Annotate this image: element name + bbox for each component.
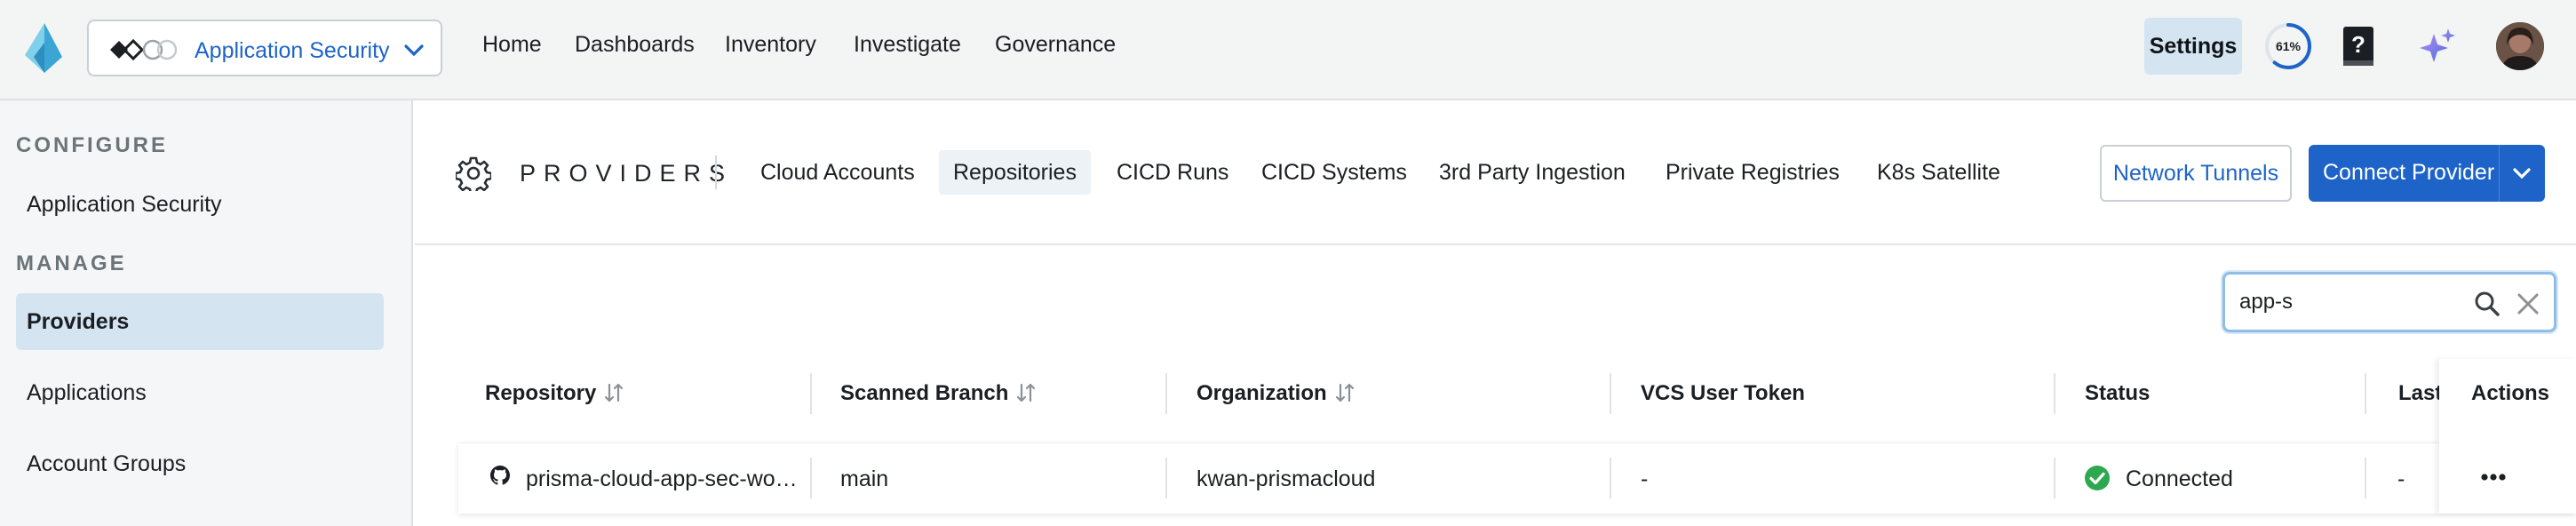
sidebar-item-account-groups[interactable]: Account Groups bbox=[16, 435, 384, 492]
connect-provider-label: Connect Provider bbox=[2323, 160, 2495, 185]
column-divider[interactable] bbox=[2054, 373, 2055, 414]
sidebar: CONFIGURE Application Security MANAGE Pr… bbox=[0, 100, 413, 526]
progress-percent: 61% bbox=[2275, 39, 2302, 53]
chevron-down-icon[interactable] bbox=[2511, 163, 2532, 184]
tab-cloud-accounts[interactable]: Cloud Accounts bbox=[746, 150, 929, 195]
column-header-status: Status bbox=[2085, 381, 2151, 405]
search-input[interactable] bbox=[2239, 287, 2461, 317]
cell-organization: kwan-prismacloud bbox=[1197, 466, 1376, 491]
column-divider[interactable] bbox=[1610, 373, 1611, 414]
button-divider bbox=[2499, 145, 2500, 202]
sort-icon[interactable] bbox=[1015, 382, 1037, 403]
tab-private-registries[interactable]: Private Registries bbox=[1651, 150, 1854, 195]
column-header-vcs-user-token: VCS User Token bbox=[1641, 381, 1805, 405]
ai-sparkle-icon[interactable] bbox=[2416, 25, 2459, 68]
network-tunnels-button[interactable]: Network Tunnels bbox=[2100, 145, 2292, 202]
tab-cicd-systems[interactable]: CICD Systems bbox=[1247, 150, 1421, 195]
nav-inventory[interactable]: Inventory bbox=[725, 32, 816, 58]
cell-vcs-user-token: - bbox=[1641, 466, 1649, 491]
sort-icon[interactable] bbox=[1334, 382, 1356, 403]
column-header-organization[interactable]: Organization bbox=[1197, 381, 1356, 406]
help-book-icon[interactable]: ? bbox=[2341, 25, 2377, 68]
settings-button[interactable]: Settings bbox=[2144, 18, 2242, 75]
column-header-scanned-branch[interactable]: Scanned Branch bbox=[840, 381, 1037, 406]
user-avatar[interactable] bbox=[2496, 22, 2544, 70]
cell-scanned-branch: main bbox=[840, 466, 889, 491]
app-switcher-label: Application Security bbox=[195, 38, 390, 63]
clear-icon[interactable] bbox=[2516, 291, 2540, 316]
search-icon[interactable] bbox=[2474, 291, 2500, 317]
sidebar-section-configure: CONFIGURE bbox=[16, 133, 168, 157]
user-photo-icon bbox=[2496, 22, 2544, 70]
sidebar-item-application-security[interactable]: Application Security bbox=[16, 176, 384, 233]
connect-provider-button[interactable]: Connect Provider bbox=[2309, 145, 2545, 202]
nav-investigate[interactable]: Investigate bbox=[854, 32, 961, 58]
column-divider[interactable] bbox=[1165, 373, 1167, 414]
column-label: Organization bbox=[1197, 381, 1327, 405]
cell-divider bbox=[1610, 458, 1611, 498]
more-options-icon[interactable] bbox=[2478, 467, 2508, 487]
onboarding-progress-ring[interactable]: 61% bbox=[2263, 21, 2313, 71]
tab-3rd-party-ingestion[interactable]: 3rd Party Ingestion bbox=[1425, 150, 1640, 195]
svg-text:?: ? bbox=[2351, 31, 2365, 58]
page-title: PROVIDERS bbox=[520, 160, 734, 187]
sidebar-item-applications[interactable]: Applications bbox=[16, 364, 384, 421]
chevron-down-icon bbox=[404, 44, 424, 57]
column-divider[interactable] bbox=[810, 373, 812, 414]
cell-status: Connected bbox=[2126, 466, 2233, 491]
column-header-actions: Actions bbox=[2471, 381, 2550, 405]
cell-divider bbox=[810, 458, 812, 498]
prisma-logo-icon[interactable] bbox=[21, 21, 66, 75]
gear-icon bbox=[456, 156, 491, 191]
sidebar-item-providers[interactable]: Providers bbox=[16, 293, 384, 350]
tab-k8s-satellite[interactable]: K8s Satellite bbox=[1863, 150, 2015, 195]
github-icon bbox=[490, 466, 510, 485]
column-header-repository[interactable]: Repository bbox=[485, 381, 624, 406]
column-divider[interactable] bbox=[2365, 373, 2366, 414]
nav-governance[interactable]: Governance bbox=[995, 32, 1116, 58]
column-header-last: Last bbox=[2398, 381, 2443, 405]
nav-home[interactable]: Home bbox=[482, 32, 542, 58]
sidebar-section-manage: MANAGE bbox=[16, 251, 127, 275]
cell-last: - bbox=[2397, 466, 2405, 491]
column-label: Scanned Branch bbox=[840, 381, 1009, 405]
top-navigation-bar: Application Security Home Dashboards Inv… bbox=[0, 0, 2576, 100]
cell-divider bbox=[2365, 458, 2366, 498]
providers-header: PROVIDERS Cloud Accounts Repositories CI… bbox=[415, 100, 2576, 245]
title-divider bbox=[715, 155, 717, 189]
cell-divider bbox=[2054, 458, 2055, 498]
column-label: Repository bbox=[485, 381, 597, 405]
cell-repository[interactable]: prisma-cloud-app-sec-wo… bbox=[526, 466, 798, 492]
app-switcher-dropdown[interactable]: Application Security bbox=[87, 20, 442, 76]
tab-cicd-runs[interactable]: CICD Runs bbox=[1102, 150, 1243, 195]
cell-divider bbox=[1165, 458, 1167, 498]
search-box bbox=[2222, 272, 2556, 332]
modules-icon bbox=[110, 38, 178, 61]
tab-repositories[interactable]: Repositories bbox=[939, 150, 1091, 195]
sort-icon[interactable] bbox=[603, 382, 624, 403]
check-circle-icon bbox=[2085, 466, 2110, 490]
actions-column: Actions bbox=[2439, 359, 2576, 514]
nav-dashboards[interactable]: Dashboards bbox=[575, 32, 695, 58]
